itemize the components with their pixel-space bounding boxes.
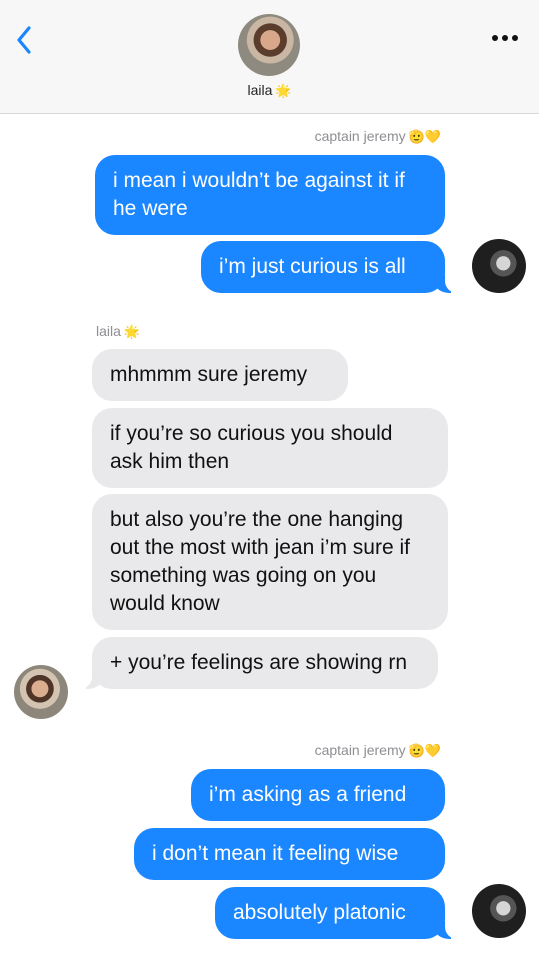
message-bubble-incoming[interactable]: but also you’re the one hanging out the …	[92, 494, 448, 630]
back-button[interactable]	[8, 20, 40, 60]
message-bubble-outgoing[interactable]: i’m just curious is all	[201, 241, 459, 293]
contact-name[interactable]: laila 🌟	[0, 82, 539, 99]
sender-emoji: 🫡💛	[408, 129, 441, 144]
message-text: i’m asking as a friend	[209, 783, 407, 806]
sender-name: laila	[96, 323, 121, 339]
contact-avatar[interactable]	[238, 14, 300, 76]
avatar[interactable]	[472, 239, 526, 293]
sender-name: captain jeremy	[314, 128, 406, 144]
avatar[interactable]	[14, 665, 68, 719]
sender-label: captain jeremy 🫡💛	[315, 742, 441, 759]
sender-emoji: 🌟	[123, 324, 141, 339]
sender-label: captain jeremy 🫡💛	[315, 128, 441, 145]
chevron-left-icon	[17, 26, 31, 54]
message-bubble-outgoing[interactable]: i mean i wouldn’t be against it if he we…	[95, 155, 445, 235]
message-text: absolutely platonic	[233, 901, 406, 924]
message-text: + you’re feelings are showing rn	[110, 651, 408, 674]
message-text: if you’re so curious you should ask him …	[110, 422, 393, 473]
message-bubble-incoming[interactable]: if you’re so curious you should ask him …	[92, 408, 448, 488]
message-text: mhmmm sure jeremy	[110, 363, 308, 386]
contact-name-emoji: 🌟	[275, 83, 292, 98]
contact-name-text: laila	[247, 82, 273, 98]
message-bubble-incoming[interactable]: + you’re feelings are showing rn	[78, 637, 438, 689]
more-dots-icon	[492, 35, 518, 41]
avatar[interactable]	[472, 884, 526, 938]
message-text: i don’t mean it feeling wise	[152, 842, 399, 865]
more-options-button[interactable]	[487, 26, 523, 50]
message-text: i mean i wouldn’t be against it if he we…	[113, 169, 405, 220]
message-text: but also you’re the one hanging out the …	[110, 508, 410, 615]
message-bubble-outgoing[interactable]: absolutely platonic	[215, 887, 459, 939]
message-bubble-incoming[interactable]: mhmmm sure jeremy	[92, 349, 348, 401]
message-text: i’m just curious is all	[219, 255, 406, 278]
message-bubble-outgoing[interactable]: i don’t mean it feeling wise	[134, 828, 445, 880]
message-bubble-outgoing[interactable]: i’m asking as a friend	[191, 769, 445, 821]
conversation-header: laila 🌟	[0, 0, 539, 114]
sender-emoji: 🫡💛	[408, 743, 441, 758]
sender-name: captain jeremy	[314, 742, 406, 758]
sender-label: laila 🌟	[96, 323, 140, 340]
